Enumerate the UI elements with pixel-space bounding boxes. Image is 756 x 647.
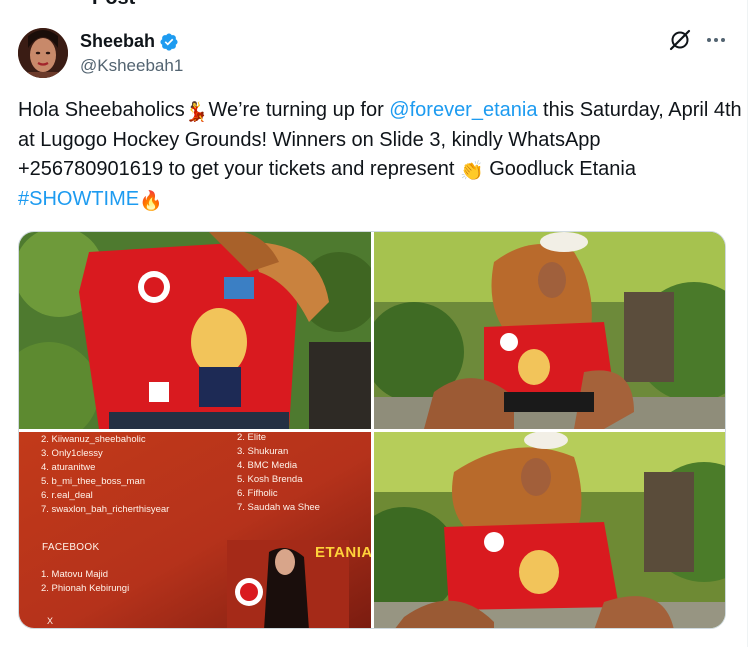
- winner-entry: 3. Shukuran: [237, 446, 289, 457]
- author-display-name[interactable]: Sheebah: [80, 31, 155, 52]
- mention-link[interactable]: @forever_etania: [389, 99, 537, 121]
- facebook-heading: FACEBOOK: [42, 542, 100, 553]
- poster-title: ETANIA: [315, 544, 371, 561]
- winner-entry: 7. swaxlon_bah_richerthisyear: [41, 504, 170, 515]
- more-options-icon[interactable]: [704, 28, 728, 52]
- facebook-winners-list: 1. Matovu Majid 2. Phionah Kebirungi: [41, 568, 129, 596]
- fire-emoji: 🔥: [139, 190, 163, 212]
- winner-entry: 5. Kosh Brenda: [237, 474, 303, 485]
- winner-entry: 4. BMC Media: [237, 460, 298, 471]
- winner-entry: 4. aturanitwe: [41, 462, 96, 473]
- grok-icon[interactable]: [668, 28, 692, 52]
- winner-entry: 7. Saudah wa Shee: [237, 502, 320, 513]
- winners-list-left: 2. Kiiwanuz_sheebaholic 3. Only1clessy 4…: [41, 433, 169, 517]
- tweet-text-part: Goodluck Etania: [483, 158, 636, 180]
- media-slide-winners[interactable]: 2. Kiiwanuz_sheebaholic 3. Only1clessy 4…: [19, 432, 371, 628]
- winner-entry: 5. b_mi_thee_boss_man: [41, 476, 146, 487]
- author-name-row[interactable]: Sheebah: [80, 31, 179, 52]
- dancer-emoji: 💃: [184, 102, 209, 123]
- avatar[interactable]: [18, 28, 68, 78]
- media-grid: 2. Kiiwanuz_sheebaholic 3. Only1clessy 4…: [18, 231, 726, 629]
- winner-entry: 2. Phionah Kebirungi: [41, 583, 130, 594]
- tweet-text: Hola Sheebaholics💃We’re turning up for @…: [18, 96, 743, 214]
- media-photo-2[interactable]: [374, 232, 725, 429]
- winner-entry: 2. Kiiwanuz_sheebaholic: [41, 434, 146, 445]
- avatar-image: [18, 28, 68, 78]
- tweet-text-part: Hola Sheebaholics: [18, 99, 185, 121]
- winner-entry: 3. Only1clessy: [41, 448, 103, 459]
- winner-entry: 6. Fifholic: [237, 488, 278, 499]
- verified-badge-icon[interactable]: [159, 32, 179, 52]
- author-handle[interactable]: @Ksheebah1: [80, 56, 183, 76]
- winner-entry: 1. Matovu Majid: [41, 569, 109, 580]
- slide-footer-mark: X: [47, 616, 54, 626]
- winner-entry: 2. Elite: [237, 432, 267, 443]
- media-photo-4[interactable]: [374, 432, 725, 628]
- clapping-emoji: 👏: [459, 161, 484, 182]
- winners-list-right: 2. Elite 3. Shukuran 4. BMC Media 5. Kos…: [237, 432, 320, 515]
- media-photo-1[interactable]: [19, 232, 371, 429]
- winner-entry: 6. r.eal_deal: [41, 490, 93, 501]
- tweet-text-part: We’re turning up for: [208, 99, 390, 121]
- page-title: Post: [92, 0, 135, 10]
- hashtag-link[interactable]: #SHOWTIME: [18, 188, 139, 210]
